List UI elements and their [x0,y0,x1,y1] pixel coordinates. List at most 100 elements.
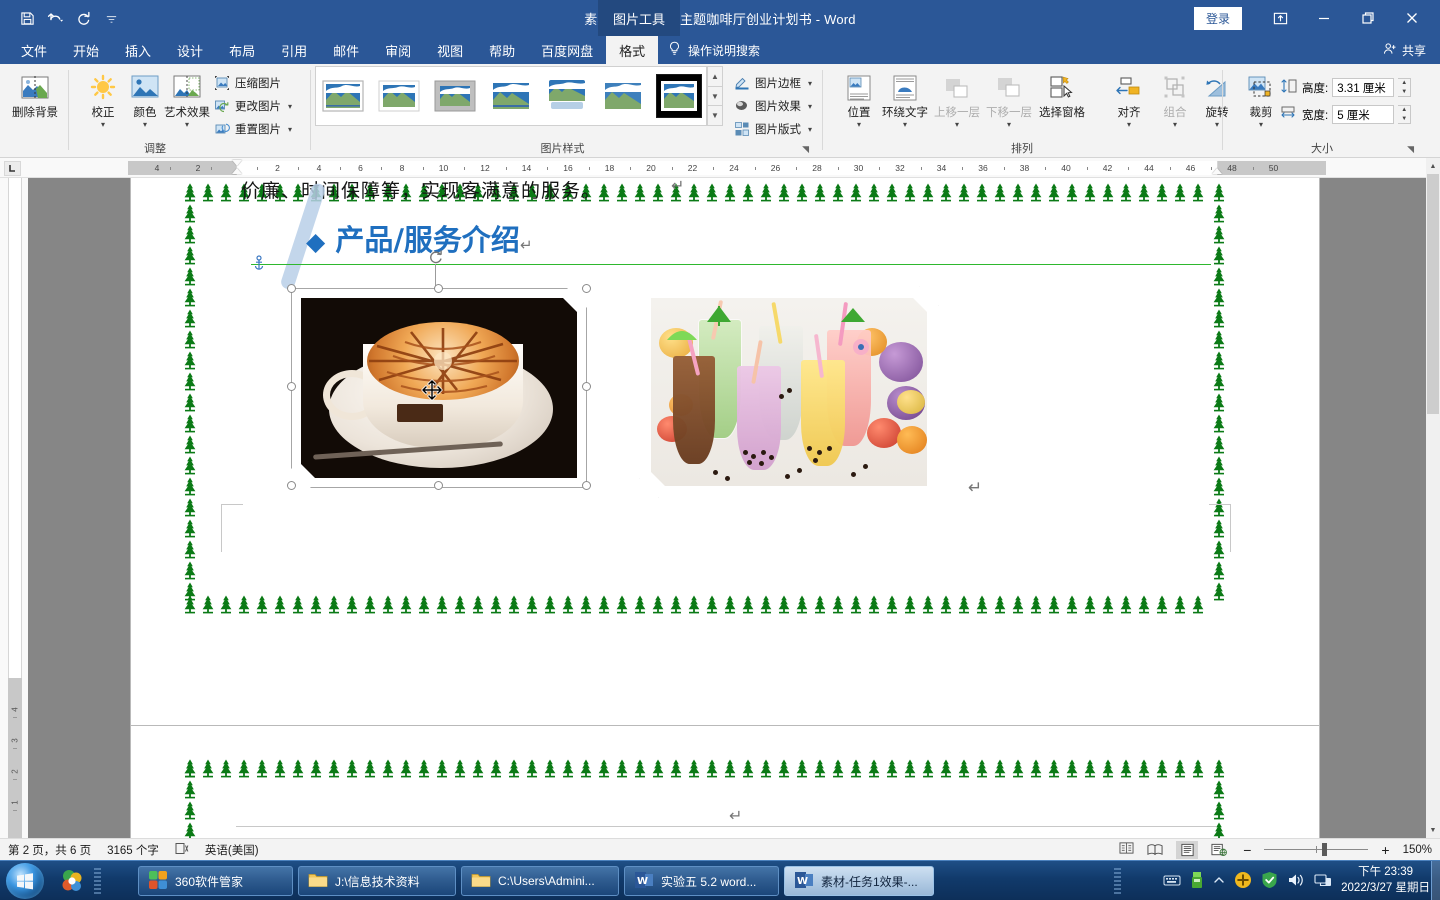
stepper-up-icon[interactable]: ▲ [1401,80,1407,86]
reset-picture-button[interactable]: 重置图片 ▾ [210,118,295,140]
picture-style-reflected-rounded-rectangle[interactable] [544,74,590,118]
tab-help[interactable]: 帮助 [476,36,528,64]
show-desktop-button[interactable] [1431,861,1440,900]
save-icon[interactable] [14,6,40,30]
chevron-down-icon[interactable]: ▾ [101,121,105,129]
word-count[interactable]: 3165 个字 [107,842,159,858]
undo-icon[interactable] [42,6,68,30]
tab-references[interactable]: 引用 [268,36,320,64]
page-indicator[interactable]: 第 2 页，共 6 页 [8,842,91,858]
zoom-in-button[interactable]: + [1378,842,1392,858]
picture-height-control[interactable]: 高度: 3.31 厘米 ▲ ▼ [1280,78,1412,97]
chevron-down-icon[interactable]: ▾ [185,121,189,129]
scroll-down-icon[interactable]: ▼ [1426,822,1440,838]
volume-icon[interactable] [1287,872,1305,891]
stepper-down-icon[interactable]: ▼ [1401,116,1407,122]
right-indent-marker[interactable] [1212,168,1222,174]
document-partial-text-line[interactable]: 价廉、时间保障等，实现客满意的服务。 [241,178,601,203]
picture-effects-button[interactable]: 图片效果 ▾ [730,95,815,117]
tab-mailings[interactable]: 邮件 [320,36,372,64]
picture-style-simple-frame-white[interactable] [320,74,366,118]
360-tray-icon[interactable] [1234,871,1252,892]
taskbar-item-word-2[interactable]: W 素材-任务1效果-... [784,866,934,896]
picture-style-drop-shadow-rectangle[interactable] [488,74,534,118]
picture-styles-gallery[interactable] [315,66,707,126]
proofing-errors-icon[interactable] [175,842,189,858]
chevron-down-icon[interactable]: ▾ [1259,121,1263,129]
tab-view[interactable]: 视图 [424,36,476,64]
show-hidden-icons-icon[interactable] [1213,875,1225,888]
picture-style-soft-edge-rectangle[interactable] [600,74,646,118]
zoom-level-label[interactable]: 150% [1403,844,1432,856]
chevron-down-icon[interactable]: ▾ [143,121,147,129]
resize-handle-bottom-left[interactable] [287,481,296,490]
chevron-down-icon[interactable]: ▾ [288,102,292,111]
picture-border-button[interactable]: 图片边框 ▾ [730,72,815,94]
chevron-down-icon[interactable]: ▾ [808,125,812,134]
change-picture-button[interactable]: 更改图片 ▾ [210,95,295,117]
artistic-effects-button[interactable]: 艺术效果 ▾ [156,68,218,129]
document-canvas[interactable]: 价廉、时间保障等，实现客满意的服务。 ↵ ◆ 产品/服务介绍↵ ↵ ↵ [28,178,1426,838]
tab-layout[interactable]: 布局 [216,36,268,64]
selection-pane-button[interactable]: 选择窗格 [1030,68,1094,120]
close-icon[interactable] [1390,0,1434,36]
chevron-down-icon[interactable]: ▾ [1127,121,1131,129]
minimize-icon[interactable] [1302,0,1346,36]
picture-style-beveled-matte-white[interactable] [376,74,422,118]
resize-handle-top-right[interactable] [582,284,591,293]
tell-me-search[interactable]: 操作说明搜索 [668,36,760,64]
gallery-scroll-down-icon[interactable]: ▼ [707,85,723,106]
tab-stop-selector[interactable] [4,161,21,176]
restore-icon[interactable] [1346,0,1390,36]
chevron-down-icon[interactable]: ▾ [1215,121,1219,129]
accessibility-icon[interactable] [1119,841,1134,858]
stepper-down-icon[interactable]: ▼ [1401,89,1407,95]
resize-handle-middle-left[interactable] [287,382,296,391]
keyboard-ime-icon[interactable] [1163,873,1181,890]
section-heading[interactable]: ◆ 产品/服务介绍↵ [306,217,533,259]
picture-layout-button[interactable]: 图片版式 ▾ [730,118,815,140]
redo-icon[interactable] [70,6,96,30]
tab-review[interactable]: 审阅 [372,36,424,64]
resize-handle-top-center[interactable] [434,284,443,293]
chevron-down-icon[interactable]: ▾ [808,102,812,111]
taskbar-item-360[interactable]: 360软件管家 [138,866,293,896]
sign-in-button[interactable]: 登录 [1193,6,1242,30]
width-input[interactable]: 5 厘米 [1332,105,1395,124]
usb-device-icon[interactable] [1190,871,1204,892]
vertical-scrollbar[interactable]: ▲ ▼ [1426,158,1440,838]
taskbar-item-folder-users[interactable]: C:\Users\Admini... [461,866,619,896]
share-button[interactable]: 共享 [1383,36,1426,64]
tab-format[interactable]: 格式 [606,36,659,64]
picture-style-metal-frame[interactable] [432,74,478,118]
print-layout-button[interactable] [1176,840,1199,859]
taskbar-item-folder-j[interactable]: J:\信息技术资料 [298,866,456,896]
taskbar-item-word-1[interactable]: W 实验五 5.2 word... [624,866,779,896]
resize-handle-bottom-right[interactable] [582,481,591,490]
ribbon-display-options-icon[interactable] [1258,0,1302,36]
document-page-2[interactable]: ↵ [131,726,1319,838]
zoom-out-button[interactable]: − [1240,842,1254,858]
picture-style-double-frame-black[interactable] [656,74,702,118]
chevron-down-icon[interactable]: ▾ [808,79,812,88]
horizontal-ruler[interactable]: 4 2 2 4 6 8 10 12 14 16 18 20 22 24 26 28 30 32 34 36 38 40 42… [0,158,1440,178]
scroll-thumb[interactable] [1427,174,1439,414]
vertical-ruler[interactable]: 4 3 2 1 [0,178,28,842]
taskbar-clock[interactable]: 下午 23:39 2022/3/27 星期日 [1341,865,1430,896]
height-stepper[interactable]: ▲ ▼ [1398,78,1412,97]
tab-insert[interactable]: 插入 [112,36,164,64]
tab-design[interactable]: 设计 [164,36,216,64]
picture-width-control[interactable]: 宽度: 5 厘米 ▲ ▼ [1280,105,1412,124]
width-stepper[interactable]: ▲ ▼ [1398,105,1412,124]
first-line-indent-marker[interactable] [232,160,242,166]
chevron-down-icon[interactable]: ▾ [903,121,907,129]
gallery-scroll-controls[interactable]: ▲ ▼ ▼ [707,66,723,127]
resize-handle-bottom-center[interactable] [434,481,443,490]
gallery-scroll-up-icon[interactable]: ▲ [707,66,723,86]
tab-baidu-netdisk[interactable]: 百度网盘 [528,36,606,64]
tab-home[interactable]: 开始 [60,36,112,64]
resize-handle-top-left[interactable] [287,284,296,293]
tab-file[interactable]: 文件 [8,36,60,64]
hanging-indent-marker[interactable] [232,168,242,174]
language-indicator[interactable]: 英语(美国) [205,842,259,858]
